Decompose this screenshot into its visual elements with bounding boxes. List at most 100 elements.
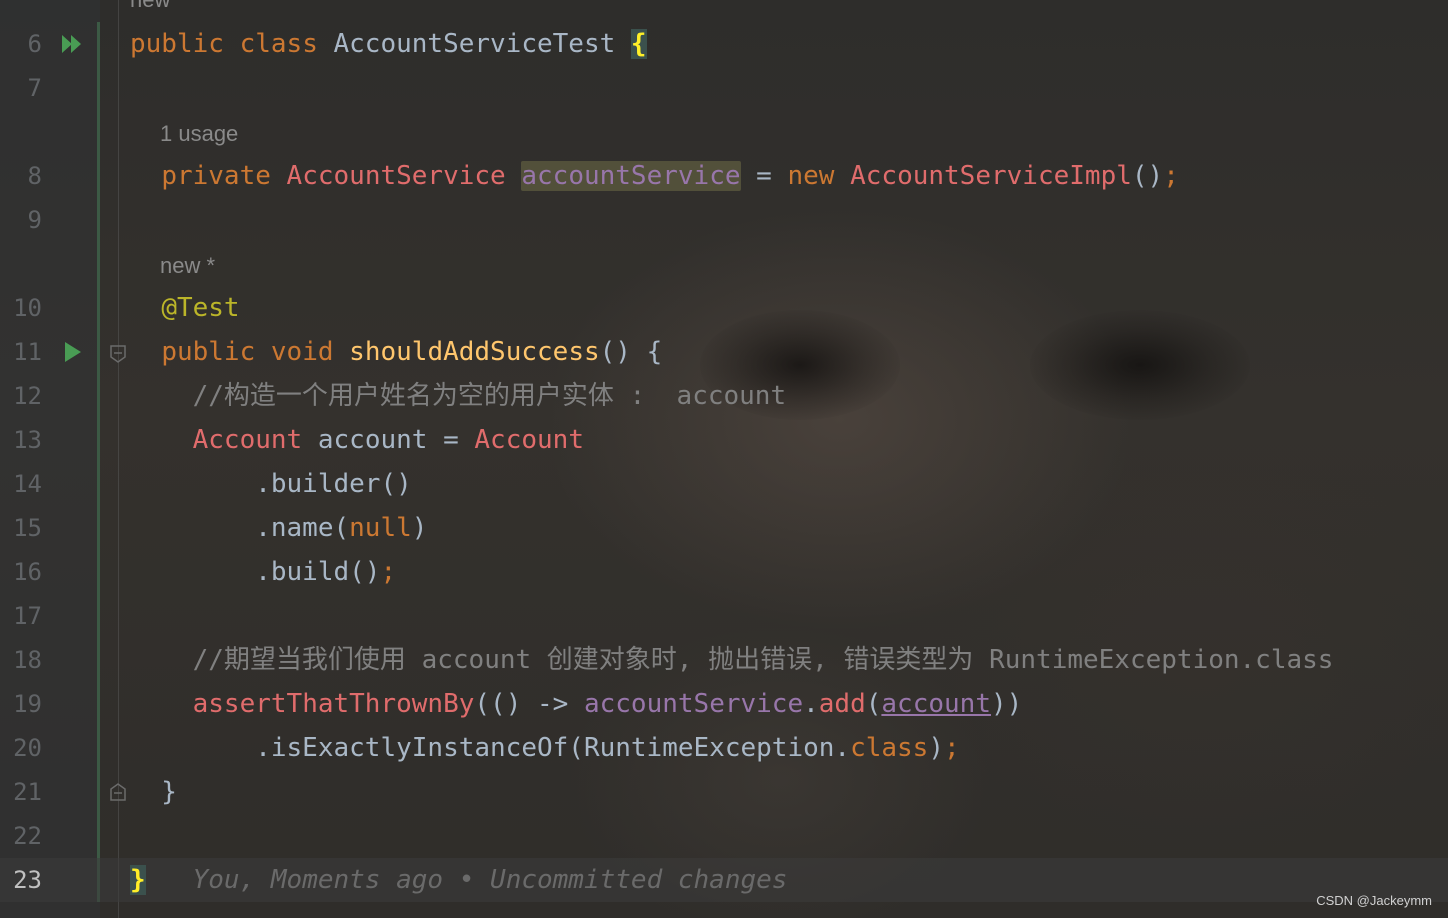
- code-token: void: [270, 337, 350, 367]
- line-number[interactable]: 19: [0, 682, 42, 726]
- code-token: assertThatThrownBy: [192, 689, 475, 719]
- code-text[interactable]: public class AccountServiceTest {: [130, 22, 647, 66]
- code-token: ;: [1163, 161, 1179, 191]
- code-line[interactable]: 6 public class AccountServiceTest {: [0, 22, 1448, 66]
- code-editor[interactable]: new * 1 usage new * 6 public class Accoun…: [0, 0, 1448, 918]
- line-number[interactable]: 8: [0, 154, 42, 198]
- code-text[interactable]: }: [130, 770, 177, 814]
- code-token: (): [1131, 161, 1164, 191]
- code-line[interactable]: 16 .build();: [0, 550, 1448, 594]
- code-line[interactable]: 21 }: [0, 770, 1448, 814]
- line-number[interactable]: 9: [0, 198, 42, 242]
- code-token: class: [239, 29, 334, 59]
- fold-end-icon[interactable]: [108, 782, 128, 802]
- code-text[interactable]: .name(null): [130, 506, 427, 550]
- code-line[interactable]: 11 public void shouldAddSuccess() {: [0, 330, 1448, 374]
- code-line[interactable]: 13 Account account = Account: [0, 418, 1448, 462]
- code-text[interactable]: assertThatThrownBy(() -> accountService.…: [130, 682, 1023, 726]
- line-number[interactable]: 18: [0, 638, 42, 682]
- code-line[interactable]: 22: [0, 814, 1448, 858]
- line-number[interactable]: 16: [0, 550, 42, 594]
- code-token: //期望当我们使用 account 创建对象时, 抛出错误, 错误类型为 Run…: [192, 645, 1334, 675]
- code-token: class: [850, 733, 929, 763]
- line-number[interactable]: 12: [0, 374, 42, 418]
- code-line[interactable]: 10 @Test: [0, 286, 1448, 330]
- code-token: .isExactlyInstanceOf(RuntimeException.: [130, 733, 851, 763]
- code-token: .builder(): [130, 469, 412, 499]
- code-token: =: [740, 161, 788, 191]
- code-text[interactable]: Account account = Account: [130, 418, 584, 462]
- code-line[interactable]: 9: [0, 198, 1448, 242]
- author-hint-cut: new *: [130, 0, 185, 22]
- code-token: public: [130, 29, 240, 59]
- line-number[interactable]: 22: [0, 814, 42, 858]
- code-token: account =: [317, 425, 475, 455]
- line-number[interactable]: 21: [0, 770, 42, 814]
- code-token: () {: [599, 337, 663, 367]
- code-line[interactable]: 20 .isExactlyInstanceOf(RuntimeException…: [0, 726, 1448, 770]
- code-text[interactable]: //期望当我们使用 account 创建对象时, 抛出错误, 错误类型为 Run…: [130, 638, 1334, 682]
- code-line[interactable]: 15 .name(null): [0, 506, 1448, 550]
- line-number[interactable]: 15: [0, 506, 42, 550]
- code-line[interactable]: 8 private AccountService accountService …: [0, 154, 1448, 198]
- code-line[interactable]: 19 assertThatThrownBy(() -> accountServi…: [0, 682, 1448, 726]
- usages-hint[interactable]: 1 usage: [160, 112, 238, 156]
- run-class-icon[interactable]: [60, 32, 84, 56]
- code-token: )): [990, 689, 1023, 719]
- code-text[interactable]: //构造一个用户姓名为空的用户实体 : account: [130, 374, 787, 418]
- code-token: .build(): [130, 557, 381, 587]
- line-number[interactable]: 13: [0, 418, 42, 462]
- code-token: AccountServiceTest: [333, 29, 631, 59]
- code-line[interactable]: 14 .builder(): [0, 462, 1448, 506]
- code-text[interactable]: } You, Moments ago • Uncommitted changes: [130, 858, 787, 902]
- code-token: ): [411, 513, 428, 543]
- code-text[interactable]: @Test: [130, 286, 240, 330]
- code-token: }: [130, 777, 177, 807]
- code-token: .name(: [130, 513, 350, 543]
- code-token: ;: [380, 557, 397, 587]
- line-number[interactable]: 23: [0, 858, 42, 902]
- code-text[interactable]: .isExactlyInstanceOf(RuntimeException.cl…: [130, 726, 960, 770]
- code-token: null: [349, 513, 412, 543]
- line-number[interactable]: 11: [0, 330, 42, 374]
- code-token: accountService: [583, 689, 804, 719]
- code-token: ;: [944, 733, 960, 763]
- code-token: (() ->: [474, 689, 584, 719]
- code-token: AccountServiceImpl: [850, 161, 1132, 191]
- line-number[interactable]: 14: [0, 462, 42, 506]
- line-number[interactable]: 10: [0, 286, 42, 330]
- code-token: @Test: [161, 293, 240, 323]
- line-number[interactable]: 17: [0, 594, 42, 638]
- code-token: {: [630, 29, 647, 59]
- code-line[interactable]: 17: [0, 594, 1448, 638]
- code-token: shouldAddSuccess: [349, 337, 600, 367]
- line-number[interactable]: 20: [0, 726, 42, 770]
- code-line[interactable]: 23} You, Moments ago • Uncommitted chang…: [0, 858, 1448, 902]
- code-token: Account: [192, 425, 318, 455]
- code-token: accountService: [521, 161, 741, 191]
- code-token: (: [865, 689, 882, 719]
- code-text[interactable]: .build();: [130, 550, 396, 594]
- code-token: You, Moments ago • Uncommitted changes: [192, 865, 788, 895]
- author-hint[interactable]: new *: [160, 244, 215, 288]
- fold-start-icon[interactable]: [108, 344, 128, 364]
- code-line[interactable]: 18 //期望当我们使用 account 创建对象时, 抛出错误, 错误类型为 …: [0, 638, 1448, 682]
- code-token: }: [130, 865, 146, 895]
- code-text[interactable]: .builder(): [130, 462, 412, 506]
- code-text[interactable]: private AccountService accountService = …: [130, 154, 1179, 198]
- run-test-icon[interactable]: [60, 340, 84, 364]
- line-number[interactable]: 7: [0, 66, 42, 110]
- line-number[interactable]: 6: [0, 22, 42, 66]
- code-line[interactable]: 7: [0, 66, 1448, 110]
- code-text[interactable]: public void shouldAddSuccess() {: [130, 330, 662, 374]
- code-line[interactable]: 12 //构造一个用户姓名为空的用户实体 : account: [0, 374, 1448, 418]
- watermark: CSDN @Jackeymm: [1316, 893, 1432, 908]
- code-token: public: [161, 337, 271, 367]
- code-token: add: [818, 689, 866, 719]
